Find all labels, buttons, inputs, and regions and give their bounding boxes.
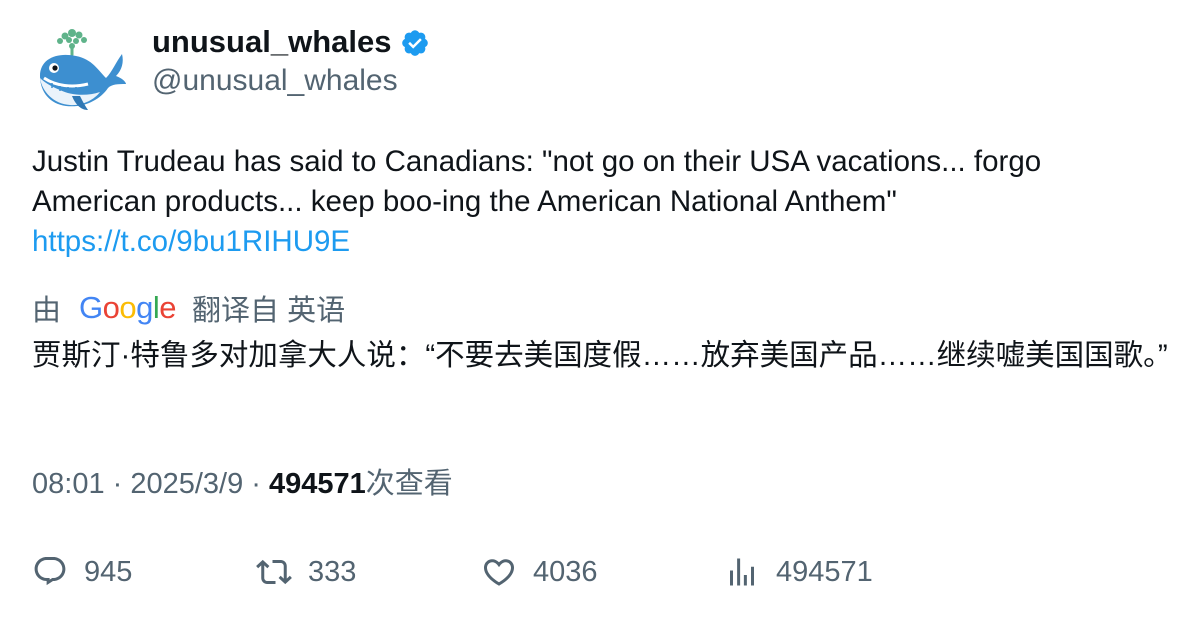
- tweet-text: Justin Trudeau has said to Canadians: "n…: [32, 142, 1172, 262]
- tweet-meta: 08:01 · 2025/3/9 · 494571次查看: [32, 464, 453, 504]
- tweet-timestamp[interactable]: 08:01 · 2025/3/9 ·: [32, 468, 269, 500]
- like-button[interactable]: 4036: [481, 550, 598, 594]
- reply-button[interactable]: 945: [32, 550, 132, 594]
- view-count: 494571: [269, 468, 366, 500]
- like-count: 4036: [533, 555, 598, 588]
- repost-icon: [256, 559, 292, 585]
- reply-count: 945: [84, 555, 133, 588]
- view-count-label: 次查看: [365, 468, 453, 500]
- analytics-icon: [730, 558, 754, 586]
- translation-attribution: 由 Google 翻译自 英语: [32, 288, 345, 328]
- verified-badge-icon: [402, 30, 429, 56]
- whale-avatar-icon: [40, 29, 126, 110]
- views-count: 494571: [776, 555, 873, 588]
- translation-prefix: 由: [32, 295, 62, 327]
- repost-count: 333: [308, 555, 357, 588]
- heart-icon: [483, 559, 515, 586]
- reply-icon: [34, 557, 66, 586]
- tweet-body: Justin Trudeau has said to Canadians: "n…: [32, 145, 1042, 218]
- avatar[interactable]: [32, 26, 128, 114]
- tweet-link[interactable]: https://t.co/9bu1RIHU9E: [32, 222, 1172, 262]
- google-logo: Google: [79, 290, 177, 325]
- views-button[interactable]: 494571: [724, 550, 873, 594]
- translated-text: 贾斯汀·特鲁多对加拿大人说：“不要去美国度假……放弃美国产品……继续嘘美国国歌。…: [32, 339, 1168, 372]
- author-handle[interactable]: @unusual_whales: [152, 63, 398, 99]
- author-name-row[interactable]: unusual_whales: [152, 22, 430, 62]
- action-bar: 945 333 4036 494571: [32, 550, 1172, 594]
- author-display-name[interactable]: unusual_whales: [152, 22, 391, 62]
- repost-button[interactable]: 333: [256, 550, 356, 594]
- translation-suffix: 翻译自 英语: [192, 295, 346, 327]
